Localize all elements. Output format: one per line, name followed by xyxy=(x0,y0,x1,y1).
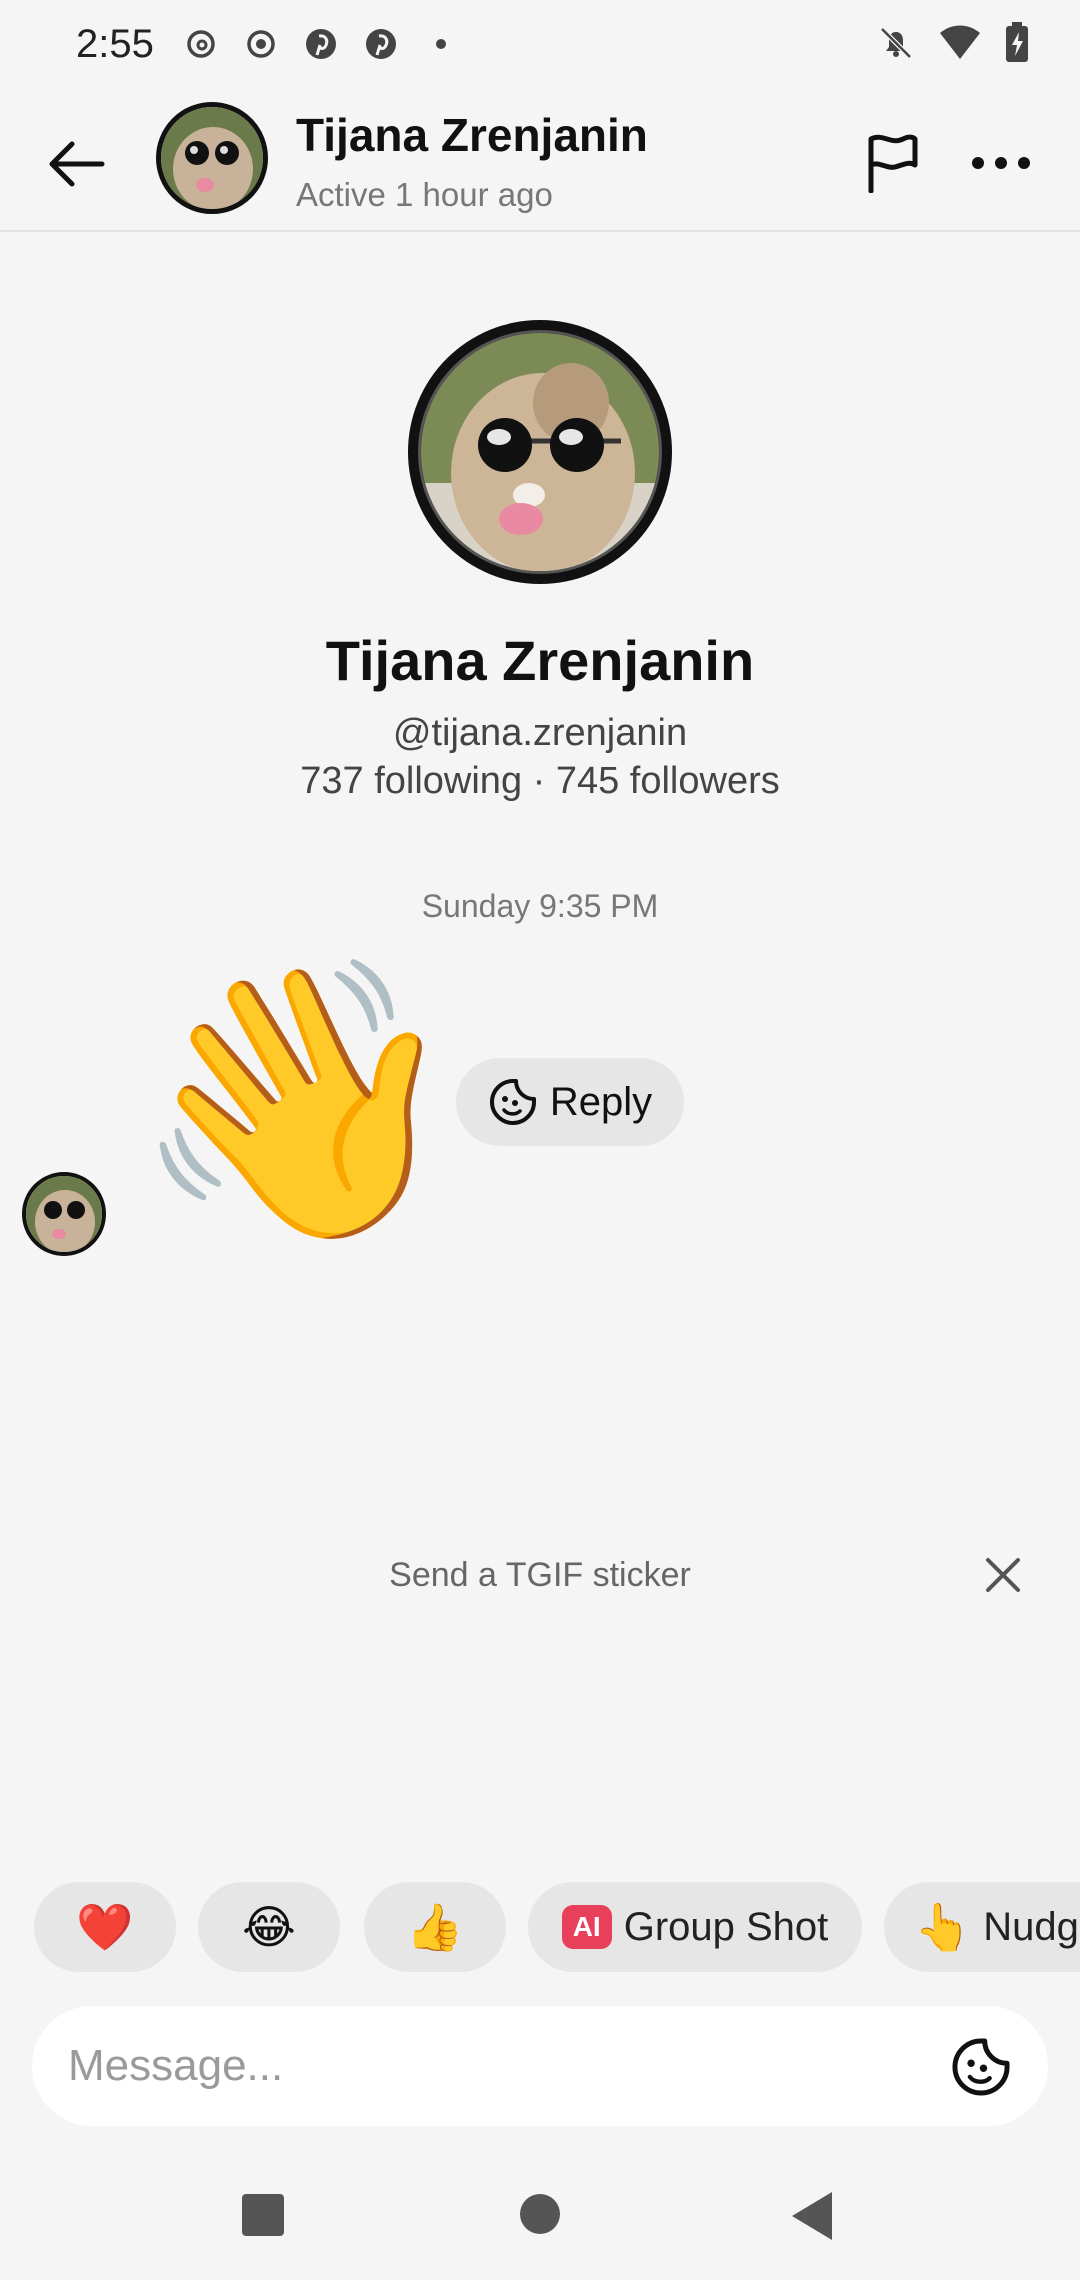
profile-handle: @tijana.zrenjanin xyxy=(392,712,688,754)
profile-name: Tijana Zrenjanin xyxy=(325,629,755,692)
laughing-face-icon: 😂 xyxy=(242,1901,296,1953)
ai-badge-icon: AI xyxy=(561,1905,612,1949)
dot-icon xyxy=(424,27,458,61)
thumbs-up-reaction-chip[interactable]: 👍 xyxy=(364,1882,506,1972)
profile-stats[interactable]: 737 following · 745 followers xyxy=(0,760,1080,803)
battery-charging-icon xyxy=(1004,22,1030,69)
flag-icon xyxy=(868,134,918,193)
message-composer xyxy=(32,2006,1048,2126)
header-name[interactable]: Tijana Zrenjanin xyxy=(296,108,648,162)
header-avatar[interactable] xyxy=(156,102,268,214)
active-status: Active 1 hour ago xyxy=(296,176,553,213)
status-bar: 2:55 xyxy=(0,0,1080,88)
arrow-left-icon xyxy=(49,141,105,187)
system-icons xyxy=(876,22,1030,69)
cat-avatar-image xyxy=(26,1176,102,1252)
message-sender-avatar[interactable] xyxy=(22,1172,106,1256)
reply-label: Reply xyxy=(549,1079,653,1124)
pointing-hand-icon: 👆 xyxy=(914,1900,972,1953)
nudge-chip[interactable]: 👆 Nudge xyxy=(884,1882,1080,1972)
chat-header: Tijana Zrenjanin Active 1 hour ago xyxy=(0,88,1080,232)
home-button[interactable] xyxy=(520,2194,560,2234)
reply-with-sticker-button[interactable]: Reply xyxy=(456,1058,684,1146)
pinterest-icon xyxy=(364,27,398,61)
wifi-icon xyxy=(938,23,982,68)
record-icon xyxy=(244,27,278,61)
sticker-icon xyxy=(952,2038,1010,2096)
dismiss-suggestion-button[interactable] xyxy=(976,1548,1030,1602)
sticker-icon xyxy=(489,1079,536,1125)
message-timestamp: Sunday 9:35 PM xyxy=(421,888,659,924)
system-navigation-bar xyxy=(0,2170,1080,2280)
profile-avatar[interactable] xyxy=(408,320,672,584)
bell-off-icon xyxy=(876,23,916,68)
cat-avatar-image xyxy=(161,107,263,209)
more-options-button[interactable] xyxy=(966,128,1036,198)
pinterest-icon xyxy=(304,27,338,61)
status-time: 2:55 xyxy=(76,21,154,66)
report-button[interactable] xyxy=(858,128,928,198)
message-input[interactable] xyxy=(68,2030,928,2102)
thumbs-up-icon: 👍 xyxy=(406,1900,464,1953)
back-button[interactable] xyxy=(40,128,112,200)
nudge-label: Nudge xyxy=(983,1904,1080,1949)
sticker-button[interactable] xyxy=(950,2036,1012,2098)
system-back-button[interactable] xyxy=(792,2192,832,2240)
group-shot-label: Group Shot xyxy=(623,1904,829,1949)
quick-reaction-row: ❤️ 😂 👍 AI Group Shot 👆 Nudge xyxy=(0,1882,1080,1974)
close-icon xyxy=(986,1558,1020,1592)
cat-avatar-image xyxy=(421,333,659,571)
heart-icon: ❤️ xyxy=(76,1900,134,1953)
heart-reaction-chip[interactable]: ❤️ xyxy=(34,1882,176,1972)
notification-icons xyxy=(184,27,458,61)
sticker-suggestion-text[interactable]: Send a TGIF sticker xyxy=(0,1556,1080,1595)
recent-apps-button[interactable] xyxy=(242,2194,284,2236)
group-shot-chip[interactable]: AI Group Shot xyxy=(528,1882,862,1972)
threads-icon xyxy=(184,27,218,61)
more-horizontal-icon xyxy=(972,157,1030,169)
wave-sticker[interactable]: 👋 xyxy=(130,952,466,1252)
laugh-reaction-chip[interactable]: 😂 xyxy=(198,1882,340,1972)
